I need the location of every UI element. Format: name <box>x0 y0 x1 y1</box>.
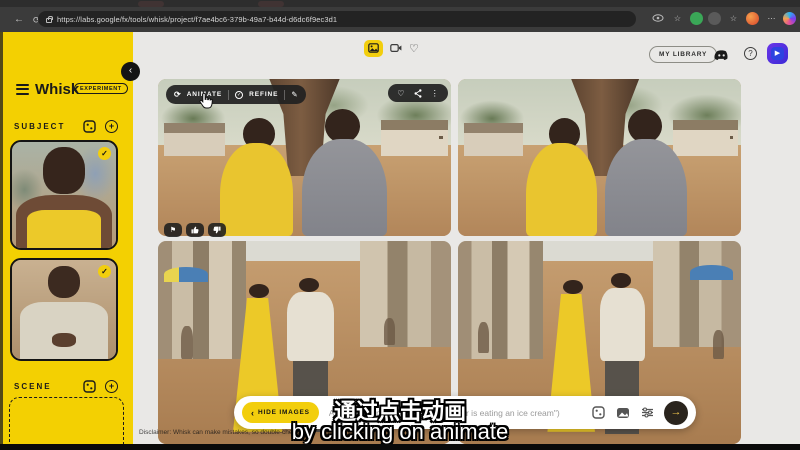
thumbs-up-icon[interactable] <box>186 223 204 237</box>
copilot-icon[interactable] <box>783 12 796 25</box>
subtitle-english: by clicking on animate <box>0 419 800 445</box>
reading-mode-eye-icon[interactable] <box>652 14 664 22</box>
scene-section-label: SCENE <box>14 382 52 391</box>
street-umbrella <box>164 267 208 281</box>
bookmark-star-icon[interactable]: ☆ <box>671 12 684 25</box>
scene-randomize-dice-icon[interactable] <box>83 380 96 393</box>
subject-section-label: SUBJECT <box>14 122 65 131</box>
app-title: Whisk <box>35 81 79 98</box>
my-library-button[interactable]: MY LIBRARY <box>649 46 717 63</box>
extension-icon-green[interactable] <box>690 12 703 25</box>
browser-chrome: ← ⟳ https://labs.google/fx/tools/whisk/p… <box>0 0 800 32</box>
favorites-heart-icon[interactable]: ♡ <box>409 42 419 55</box>
animate-icon[interactable]: ⟳ <box>174 91 181 99</box>
scene-add-icon[interactable]: + <box>105 380 118 393</box>
browser-tab[interactable] <box>138 1 164 7</box>
flag-report-icon[interactable]: ⚑ <box>164 223 182 237</box>
whisk-app-window: ← ⟳ https://labs.google/fx/tools/whisk/p… <box>0 0 800 450</box>
refine-icon[interactable]: ✓ <box>235 91 243 99</box>
street-umbrella <box>690 265 732 279</box>
image-meta-toolbar: ♡ ⋮ <box>388 84 448 102</box>
thumbs-down-icon[interactable] <box>208 223 226 237</box>
subject-add-icon[interactable]: + <box>105 120 118 133</box>
bottom-black-bar <box>0 444 800 450</box>
extensions-star-icon[interactable]: ☆ <box>727 12 740 25</box>
experiment-badge: EXPERIMENT <box>74 83 128 94</box>
lock-icon <box>46 18 52 23</box>
edit-prompt-icon[interactable]: ✎ <box>291 90 297 99</box>
browser-tab-strip <box>0 0 800 7</box>
generated-image-2[interactable] <box>458 79 741 236</box>
sidebar: Whisk EXPERIMENT SUBJECT + ✓ ✓ SCENE + + <box>0 32 133 450</box>
mouse-cursor-pointer <box>198 92 214 115</box>
discord-icon[interactable] <box>714 48 729 66</box>
image-view-icon[interactable] <box>364 40 383 57</box>
view-mode-toggle: ♡ <box>364 38 419 58</box>
menu-icon[interactable] <box>16 84 29 95</box>
subject-card-woman[interactable]: ✓ <box>10 140 118 250</box>
extension-icon-dark[interactable] <box>708 12 721 25</box>
address-bar[interactable]: https://labs.google/fx/tools/whisk/proje… <box>38 11 636 27</box>
favorite-heart-icon[interactable]: ♡ <box>397 89 404 98</box>
more-options-icon[interactable]: ⋮ <box>431 89 439 98</box>
help-icon[interactable]: ? <box>744 47 757 60</box>
subject-randomize-dice-icon[interactable] <box>83 120 96 133</box>
browser-menu-icon[interactable]: ⋯ <box>765 12 778 25</box>
sidebar-collapse-button[interactable]: ‹ <box>121 62 140 81</box>
image-action-toolbar: ⟳ ANIMATE ✓ REFINE ✎ <box>166 85 306 104</box>
window-edge <box>0 32 3 450</box>
subject-selected-check-icon[interactable]: ✓ <box>98 147 111 160</box>
back-icon[interactable]: ← <box>14 15 24 25</box>
profile-avatar-icon[interactable] <box>746 12 759 25</box>
video-view-icon[interactable] <box>390 43 402 53</box>
subject-card-man[interactable]: ✓ <box>10 258 118 361</box>
account-avatar[interactable]: ▶ <box>767 43 788 64</box>
share-icon[interactable] <box>414 89 422 98</box>
browser-tab[interactable] <box>258 1 284 7</box>
url-text[interactable]: https://labs.google/fx/tools/whisk/proje… <box>57 15 337 24</box>
refine-button[interactable]: REFINE <box>249 91 278 98</box>
play-logo-icon: ▶ <box>771 47 784 60</box>
subject-selected-check-icon[interactable]: ✓ <box>98 265 111 278</box>
